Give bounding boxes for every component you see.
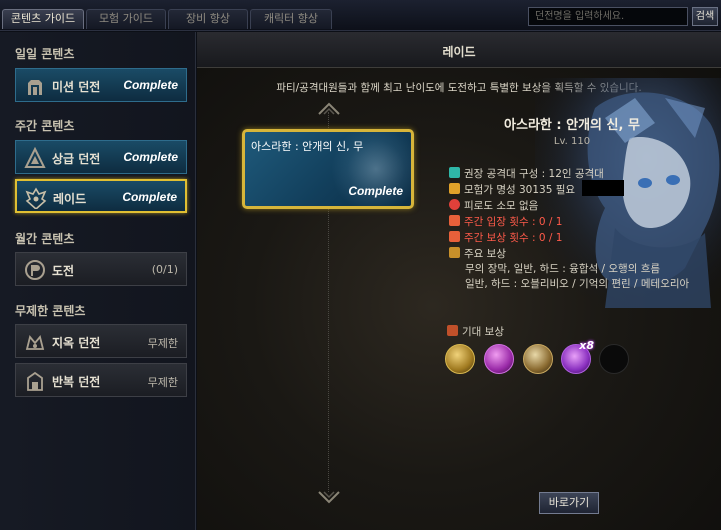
hell-dungeon-icon xyxy=(24,331,46,353)
status-complete: Complete xyxy=(123,150,178,164)
section-weekly: 주간 콘텐츠 xyxy=(15,119,75,133)
status-unlimited: 무제한 xyxy=(147,337,178,350)
fusion-stone-purple-icon[interactable] xyxy=(484,344,514,374)
mission-dungeon-icon xyxy=(24,75,46,97)
sidebar-item-mission-dungeon[interactable]: 미션 던전 Complete xyxy=(15,68,187,102)
entry-count-icon xyxy=(449,215,460,226)
scroll-up-arrow-icon[interactable] xyxy=(318,102,340,116)
raid-icon xyxy=(25,187,47,211)
sidebar-item-raid[interactable]: 레이드 Complete xyxy=(15,179,187,213)
section-unlimited: 무제한 콘텐츠 xyxy=(15,304,86,318)
info-weekly-entry: 주간 입장 횟수 : 0 / 1 xyxy=(449,214,562,229)
sidebar: 일일 콘텐츠 미션 던전 Complete 주간 콘텐츠 상급 던전 Compl… xyxy=(0,32,196,530)
expected-reward-label: 기대 보상 xyxy=(462,326,504,338)
reward-line: 일반, 하드 : 오블리비오 / 기억의 편린 / 메테오리아 xyxy=(465,278,690,290)
main-reward-icon xyxy=(449,247,460,258)
reward-line: 무의 장막, 일반, 하드 : 융합석 / 오행의 흐름 xyxy=(465,263,661,275)
tab-character-upgrade[interactable]: 캐릭터 향상 xyxy=(250,9,332,29)
raid-info-title: 아스라한 : 안개의 신, 무 xyxy=(504,118,640,133)
challenge-icon xyxy=(24,259,46,281)
info-party-size: 권장 공격대 구성 : 12인 공격대 xyxy=(449,166,604,181)
main-panel: 레이드 파티/공격대원들과 함께 최고 난이도에 도전하고 특별한 보상을 획득… xyxy=(197,32,721,530)
scroll-down-arrow-icon[interactable] xyxy=(318,490,340,504)
raid-card-name: 아스라한 : 안개의 신, 무 xyxy=(251,140,364,153)
info-fame-requirement: 모험가 명성 30135 필요 xyxy=(449,182,575,197)
tab-equipment-upgrade[interactable]: 장비 향상 xyxy=(168,9,248,29)
sidebar-item-label: 레이드 xyxy=(53,192,87,206)
go-to-button[interactable]: 바로가기 xyxy=(539,492,599,514)
treasure-chest-icon xyxy=(447,325,458,336)
info-main-reward: 주요 보상 xyxy=(449,246,506,261)
info-text: 주간 보상 횟수 : 0 / 1 xyxy=(464,232,563,244)
raid-card-status: Complete xyxy=(348,184,403,198)
party-icon xyxy=(449,167,460,178)
sidebar-item-label: 반복 던전 xyxy=(52,375,101,389)
dungeon-search-input[interactable] xyxy=(528,7,688,26)
reward-count-icon xyxy=(449,231,460,242)
status-complete: Complete xyxy=(122,190,177,204)
sidebar-item-hell-dungeon[interactable]: 지옥 던전 무제한 xyxy=(15,324,187,358)
raid-info-level: Lv. 110 xyxy=(553,136,591,147)
empty-reward-slot xyxy=(599,344,629,374)
sidebar-item-advanced-dungeon[interactable]: 상급 던전 Complete xyxy=(15,140,187,174)
info-fatigue: 피로도 소모 없음 xyxy=(449,198,538,213)
fusion-stone-gold-icon[interactable] xyxy=(445,344,475,374)
status-complete: Complete xyxy=(123,78,178,92)
fame-icon xyxy=(449,183,460,194)
sidebar-item-repeat-dungeon[interactable]: 반복 던전 무제한 xyxy=(15,363,187,397)
advanced-dungeon-icon xyxy=(24,146,46,169)
info-text: 주간 입장 횟수 : 0 / 1 xyxy=(464,216,563,228)
expected-reward-title: 기대 보상 xyxy=(447,324,504,339)
fatigue-icon xyxy=(449,199,460,210)
search-button[interactable]: 검색 xyxy=(692,7,718,26)
redacted-block xyxy=(582,180,624,196)
sidebar-item-challenge[interactable]: 도전 (0/1) xyxy=(15,252,187,286)
info-text: 피로도 소모 없음 xyxy=(464,200,539,212)
tab-content-guide[interactable]: 콘텐츠 가이드 xyxy=(2,9,84,29)
sidebar-item-label: 지옥 던전 xyxy=(52,336,101,350)
info-text: 권장 공격대 구성 : 12인 공격대 xyxy=(464,168,604,180)
sidebar-item-label: 미션 던전 xyxy=(52,80,101,94)
repeat-dungeon-icon xyxy=(24,370,46,392)
main-header: 레이드 xyxy=(197,32,721,68)
status-count: (0/1) xyxy=(151,263,178,276)
info-text: 모험가 명성 30135 필요 xyxy=(464,184,576,196)
section-monthly: 월간 콘텐츠 xyxy=(15,232,75,246)
section-daily: 일일 콘텐츠 xyxy=(15,47,75,61)
purple-crystal-icon[interactable]: x8 xyxy=(561,339,594,374)
page-title: 레이드 xyxy=(442,45,476,59)
raid-card-asrahan[interactable]: 아스라한 : 안개의 신, 무 Complete xyxy=(242,129,414,209)
status-unlimited: 무제한 xyxy=(147,376,178,389)
tab-adventure-guide[interactable]: 모험 가이드 xyxy=(86,9,166,29)
info-text: 주요 보상 xyxy=(464,248,506,260)
top-bar: 콘텐츠 가이드 모험 가이드 장비 향상 캐릭터 향상 검색 xyxy=(0,0,721,31)
reward-quantity: x8 xyxy=(579,339,594,352)
sidebar-item-label: 상급 던전 xyxy=(52,152,101,166)
info-weekly-reward: 주간 보상 횟수 : 0 / 1 xyxy=(449,230,562,245)
material-bundle-icon[interactable] xyxy=(523,344,553,374)
sidebar-item-label: 도전 xyxy=(52,264,75,278)
